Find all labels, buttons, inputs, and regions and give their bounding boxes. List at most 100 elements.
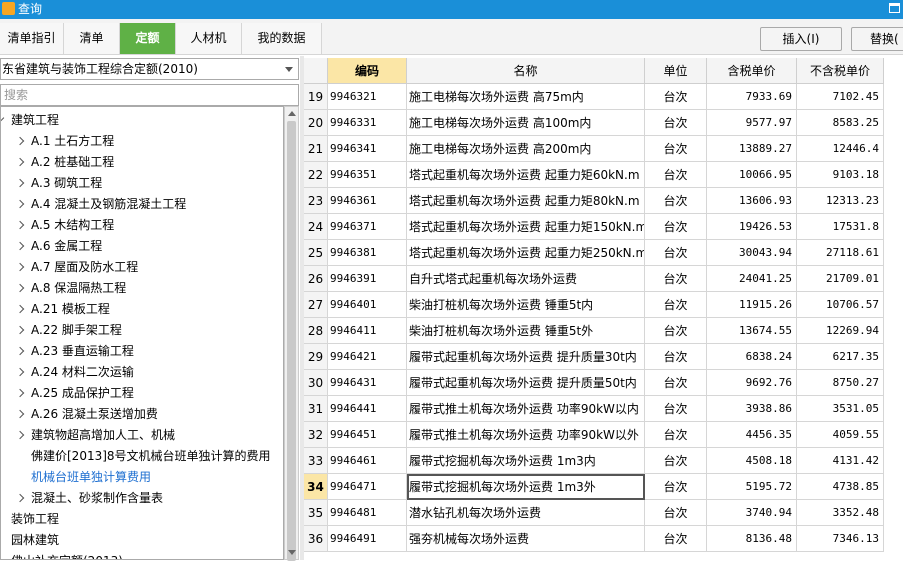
chevron-down-icon[interactable]: [285, 67, 293, 72]
cell-unit[interactable]: 台次: [645, 162, 707, 188]
tree-node[interactable]: A.24 材料二次运输: [1, 362, 283, 383]
tree-node[interactable]: A.4 混凝土及钢筋混凝土工程: [1, 194, 283, 215]
table-row[interactable]: 28 9946411 柴油打桩机每次场外运费 锤重5t外 台次 13674.55 1226…: [304, 318, 884, 344]
cell-unit[interactable]: 台次: [645, 344, 707, 370]
cell-price-notax[interactable]: 8750.27: [797, 370, 884, 396]
cell-name[interactable]: 柴油打桩机每次场外运费 锤重5t内: [407, 292, 645, 318]
cell-unit[interactable]: 台次: [645, 396, 707, 422]
tab-quota[interactable]: 定额: [120, 23, 176, 54]
table-row[interactable]: 32 9946451 履带式推土机每次场外运费 功率90kW以外 台次 4456.35 4…: [304, 422, 884, 448]
cell-price-tax[interactable]: 19426.53: [707, 214, 797, 240]
cell-price-notax[interactable]: 21709.01: [797, 266, 884, 292]
row-number[interactable]: 24: [304, 214, 328, 240]
row-number[interactable]: 32: [304, 422, 328, 448]
cell-name[interactable]: 塔式起重机每次场外运费 起重力矩80kN.m: [407, 188, 645, 214]
cell-price-tax[interactable]: 13889.27: [707, 136, 797, 162]
cell-price-notax[interactable]: 9103.18: [797, 162, 884, 188]
chevron-right-icon[interactable]: [15, 325, 25, 335]
chevron-right-icon[interactable]: [15, 367, 25, 377]
cell-price-tax[interactable]: 6838.24: [707, 344, 797, 370]
tree-node[interactable]: A.25 成品保护工程: [1, 383, 283, 404]
table-row[interactable]: 29 9946421 履带式起重机每次场外运费 提升质量30t内 台次 6838.24 6…: [304, 344, 884, 370]
chevron-right-icon[interactable]: [15, 409, 25, 419]
cell-code[interactable]: 9946451: [328, 422, 407, 448]
chevron-right-icon[interactable]: [15, 199, 25, 209]
cell-unit[interactable]: 台次: [645, 422, 707, 448]
cell-code[interactable]: 9946381: [328, 240, 407, 266]
cell-code[interactable]: 9946401: [328, 292, 407, 318]
tree-node[interactable]: A.5 木结构工程: [1, 215, 283, 236]
column-header-code[interactable]: 编码: [328, 58, 407, 84]
search-input[interactable]: [0, 84, 299, 106]
chevron-down-icon[interactable]: [1, 113, 5, 123]
cell-price-notax[interactable]: 4131.42: [797, 448, 884, 474]
cell-code[interactable]: 9946411: [328, 318, 407, 344]
scroll-down-icon[interactable]: [288, 550, 296, 555]
cell-price-notax[interactable]: 8583.25: [797, 110, 884, 136]
row-number[interactable]: 21: [304, 136, 328, 162]
cell-unit[interactable]: 台次: [645, 266, 707, 292]
tree-node[interactable]: 建筑物超高增加人工、机械: [1, 425, 283, 446]
replace-button[interactable]: 替换(: [851, 27, 903, 51]
row-number[interactable]: 30: [304, 370, 328, 396]
row-number[interactable]: 23: [304, 188, 328, 214]
table-row[interactable]: 26 9946391 自升式塔式起重机每次场外运费 台次 24041.25 21709.0…: [304, 266, 884, 292]
chevron-right-icon[interactable]: [15, 388, 25, 398]
cell-unit[interactable]: 台次: [645, 110, 707, 136]
row-number[interactable]: 27: [304, 292, 328, 318]
cell-name[interactable]: 塔式起重机每次场外运费 起重力矩60kN.m: [407, 162, 645, 188]
cell-code[interactable]: 9946441: [328, 396, 407, 422]
tree-scrollbar[interactable]: [284, 106, 299, 561]
maximize-icon[interactable]: [889, 3, 900, 13]
cell-price-notax[interactable]: 3531.05: [797, 396, 884, 422]
table-row[interactable]: 35 9946481 潜水钻孔机每次场外运费 台次 3740.94 3352.48: [304, 500, 884, 526]
row-number[interactable]: 19: [304, 84, 328, 110]
cell-code[interactable]: 9946461: [328, 448, 407, 474]
tree-node[interactable]: 装饰工程: [1, 509, 283, 530]
cell-unit[interactable]: 台次: [645, 240, 707, 266]
cell-name[interactable]: 塔式起重机每次场外运费 起重力矩250kN.m: [407, 240, 645, 266]
table-row[interactable]: 34 9946471 履带式挖掘机每次场外运费 1m3外 台次 5195.72 4738.…: [304, 474, 884, 500]
cell-code[interactable]: 9946331: [328, 110, 407, 136]
column-header-name[interactable]: 名称: [407, 58, 645, 84]
cell-name[interactable]: 履带式推土机每次场外运费 功率90kW以外: [407, 422, 645, 448]
cell-name[interactable]: 强夯机械每次场外运费: [407, 526, 645, 552]
table-row[interactable]: 21 9946341 施工电梯每次场外运费 高200m内 台次 13889.27 1244…: [304, 136, 884, 162]
row-number[interactable]: 35: [304, 500, 328, 526]
column-header-unit[interactable]: 单位: [645, 58, 707, 84]
chevron-right-icon[interactable]: [15, 346, 25, 356]
table-row[interactable]: 24 9946371 塔式起重机每次场外运费 起重力矩150kN.m 台次 19426.…: [304, 214, 884, 240]
row-number[interactable]: 33: [304, 448, 328, 474]
cell-price-notax[interactable]: 3352.48: [797, 500, 884, 526]
cell-name[interactable]: 施工电梯每次场外运费 高200m内: [407, 136, 645, 162]
cell-price-tax[interactable]: 10066.95: [707, 162, 797, 188]
cell-name[interactable]: 履带式挖掘机每次场外运费 1m3外: [407, 474, 645, 500]
cell-price-notax[interactable]: 4059.55: [797, 422, 884, 448]
cell-unit[interactable]: 台次: [645, 318, 707, 344]
table-row[interactable]: 27 9946401 柴油打桩机每次场外运费 锤重5t内 台次 11915.26 1070…: [304, 292, 884, 318]
tree-node[interactable]: A.3 砌筑工程: [1, 173, 283, 194]
tree-node[interactable]: 佛建价[2013]8号文机械台班单独计算的费用: [1, 446, 283, 467]
chevron-right-icon[interactable]: [15, 283, 25, 293]
cell-code[interactable]: 9946391: [328, 266, 407, 292]
cell-unit[interactable]: 台次: [645, 292, 707, 318]
cell-code[interactable]: 9946341: [328, 136, 407, 162]
cell-price-tax[interactable]: 5195.72: [707, 474, 797, 500]
scroll-up-icon[interactable]: [288, 111, 296, 116]
cell-price-notax[interactable]: 10706.57: [797, 292, 884, 318]
cell-price-tax[interactable]: 24041.25: [707, 266, 797, 292]
chevron-right-icon[interactable]: [15, 136, 25, 146]
row-number[interactable]: 29: [304, 344, 328, 370]
cell-unit[interactable]: 台次: [645, 370, 707, 396]
tree-node[interactable]: A.22 脚手架工程: [1, 320, 283, 341]
chevron-right-icon[interactable]: [15, 262, 25, 272]
cell-code[interactable]: 9946421: [328, 344, 407, 370]
row-number[interactable]: 34: [304, 474, 328, 500]
chevron-right-icon[interactable]: [15, 178, 25, 188]
cell-price-notax[interactable]: 12269.94: [797, 318, 884, 344]
tree-node[interactable]: A.7 屋面及防水工程: [1, 257, 283, 278]
cell-price-tax[interactable]: 4456.35: [707, 422, 797, 448]
row-number[interactable]: 26: [304, 266, 328, 292]
chevron-right-icon[interactable]: [15, 304, 25, 314]
cell-name[interactable]: 潜水钻孔机每次场外运费: [407, 500, 645, 526]
